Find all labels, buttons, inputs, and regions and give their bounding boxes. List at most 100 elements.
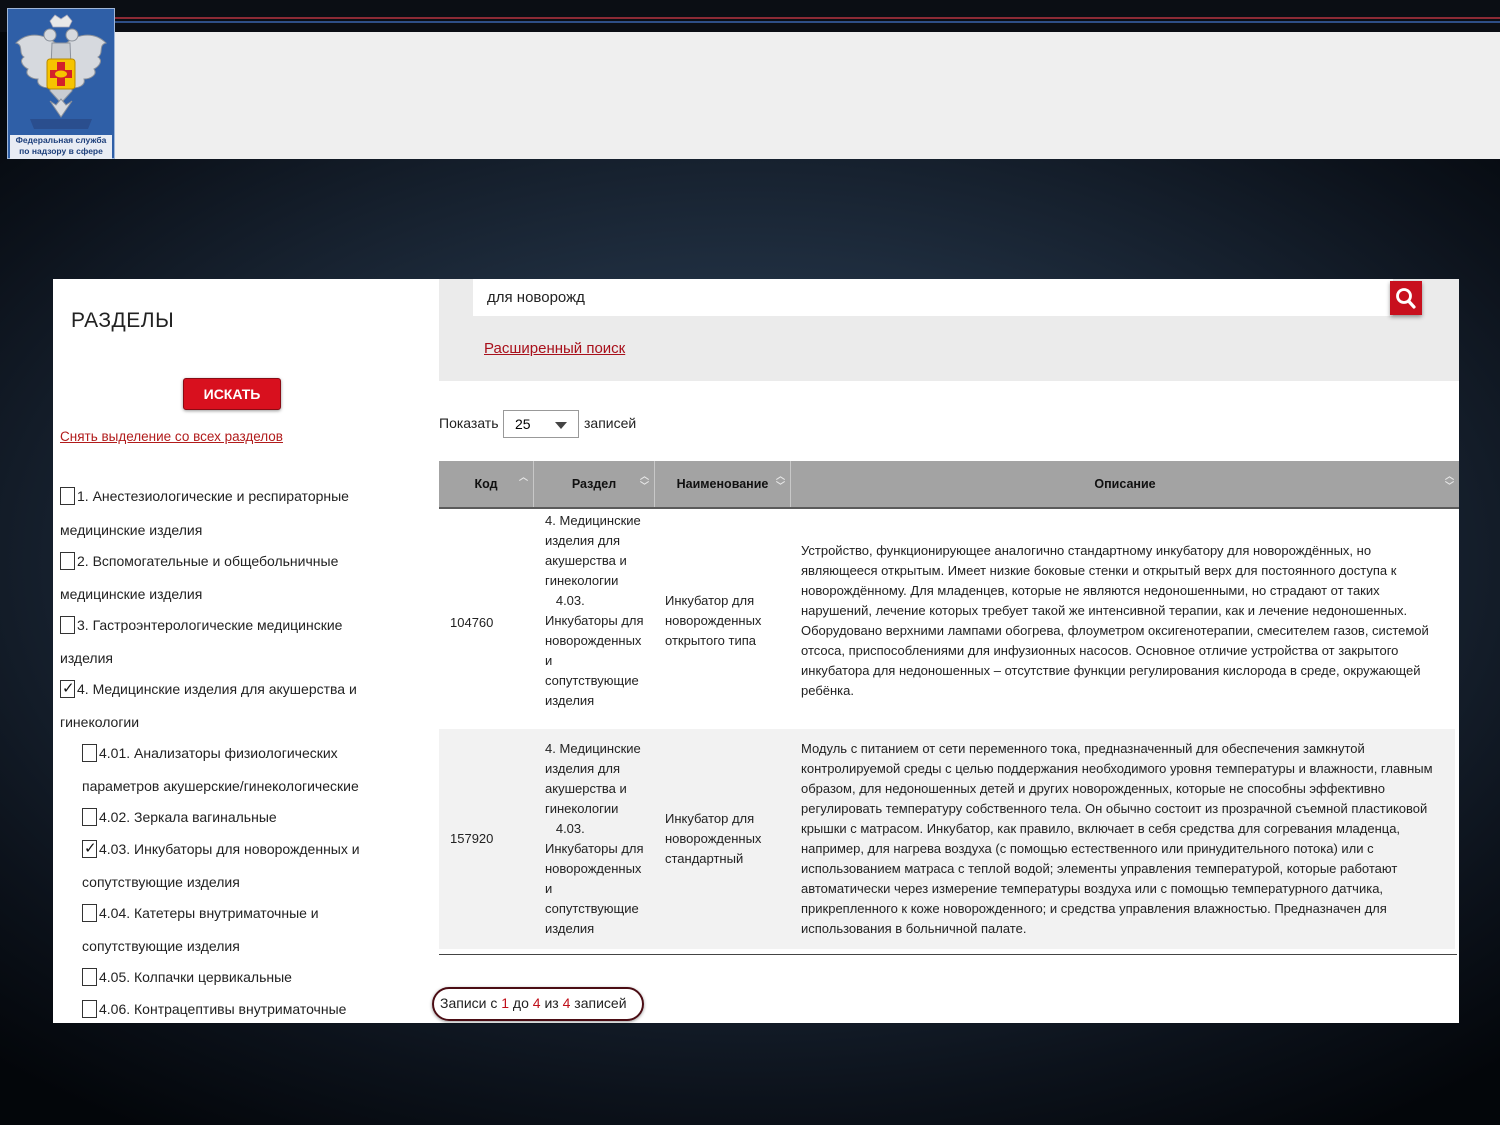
section-text-line: изделия — [545, 693, 595, 708]
magnifier-icon — [1396, 288, 1416, 309]
name-text-line: стандартный — [665, 851, 744, 866]
section-item-4-01[interactable]: 4.01. Анализаторы физиологических — [82, 744, 338, 762]
search-input[interactable] — [473, 279, 1393, 316]
section-4-01-checkbox[interactable] — [82, 744, 97, 762]
section-item-4-02[interactable]: 4.02. Зеркала вагинальные — [82, 808, 277, 826]
cell-code: 104760 — [450, 615, 494, 630]
cell-description: Устройство, функционирующее аналогично с… — [801, 541, 1451, 701]
section-text-line: изделия для — [545, 761, 621, 776]
column-header-code[interactable]: Код ︿ — [439, 461, 534, 507]
section-item-4-cont: гинекологии — [60, 714, 140, 730]
search-button[interactable]: ИСКАТЬ — [183, 378, 281, 410]
section-4-03-checkbox[interactable] — [82, 839, 97, 858]
section-item-label: 4.03. Инкубаторы для новорожденных и — [99, 841, 360, 857]
section-4-05-checkbox[interactable] — [82, 968, 97, 986]
clear-selection-link[interactable]: Снять выделение со всех разделов — [60, 429, 283, 444]
description-text-line: крышки с матрасом. Инкубатор, как правил… — [801, 821, 1401, 836]
advanced-search-link[interactable]: Расширенный поиск — [484, 340, 625, 357]
section-4-04-checkbox[interactable] — [82, 904, 97, 922]
description-text-line: контролируемой среды с целью поддержания… — [801, 761, 1433, 776]
section-text-line: новорожденных — [545, 861, 642, 876]
section-text-line: и — [545, 653, 553, 668]
cell-description: Модуль с питанием от сети переменного то… — [801, 739, 1451, 939]
section-text-line: Инкубаторы для — [545, 613, 644, 628]
cell-code: 157920 — [450, 831, 494, 846]
table-bottom-border — [439, 954, 1457, 955]
name-text-line: Инкубатор для — [665, 593, 755, 608]
section-item-label: 1. Анестезиологические и респираторные — [77, 488, 349, 504]
section-item-2-cont: медицинские изделия — [60, 586, 203, 602]
section-text-line: 4. Медицинские — [545, 513, 641, 528]
section-text-line: новорожденных — [545, 633, 642, 648]
section-4-checkbox[interactable] — [60, 679, 75, 698]
column-header-description[interactable]: Описание ︿ ﹀ — [791, 461, 1459, 507]
section-item-label: 4.01. Анализаторы физиологических — [99, 745, 338, 761]
logo-caption-line1: Федеральная служба — [15, 135, 107, 145]
section-item-1[interactable]: 1. Анестезиологические и респираторные — [60, 487, 349, 505]
name-text-line: новорожденных — [665, 831, 762, 846]
logo-caption: Федеральная служба по надзору в сфере — [10, 135, 112, 159]
section-4-06-checkbox[interactable] — [82, 1000, 97, 1018]
section-item-4-05[interactable]: 4.05. Колпачки цервикальные — [82, 968, 292, 986]
section-4-02-checkbox[interactable] — [82, 808, 97, 826]
cell-name: Инкубатор для новорожденных открытого ти… — [665, 591, 785, 651]
section-item-label: 4.04. Катетеры внутриматочные и — [99, 905, 319, 921]
section-3-checkbox[interactable] — [60, 616, 75, 634]
cell-section: 4. Медицинские изделия для акушерства и … — [545, 511, 655, 711]
double-headed-eagle-icon — [15, 14, 107, 129]
section-item-4-04[interactable]: 4.04. Катетеры внутриматочные и — [82, 904, 319, 922]
column-header-section[interactable]: Раздел ︿ ﹀ — [534, 461, 655, 507]
description-text-line: новорождённому. Для младенцев, которые н… — [801, 583, 1380, 598]
section-item-4-03[interactable]: 4.03. Инкубаторы для новорожденных и — [82, 839, 360, 858]
section-text-line: 4. Медицинские — [545, 741, 641, 756]
cell-section: 4. Медицинские изделия для акушерства и … — [545, 739, 655, 939]
header-band — [115, 32, 1500, 159]
sort-both-icon: ︿ ﹀ — [639, 472, 649, 492]
section-item-3-cont: изделия — [60, 650, 113, 666]
section-1-checkbox[interactable] — [60, 487, 75, 505]
name-text-line: открытого типа — [665, 633, 756, 648]
top-strip — [0, 0, 1500, 32]
section-text-line: сопутствующие — [545, 673, 639, 688]
header-red-line — [115, 17, 1500, 19]
content-panel: РАЗДЕЛЫ ИСКАТЬ Снять выделение со всех р… — [53, 279, 1459, 1023]
search-submit-button[interactable] — [1390, 281, 1422, 315]
description-text-line: использованием матраса с теплой водой; э… — [801, 861, 1398, 876]
section-item-label: 2. Вспомогательные и общебольничные — [77, 553, 339, 569]
description-text-line: использования в больничной палате. — [801, 921, 1027, 936]
section-item-3[interactable]: 3. Гастроэнтерологические медицинские — [60, 616, 342, 634]
section-item-4-06[interactable]: 4.06. Контрацептивы внутриматочные — [82, 1000, 346, 1018]
column-header-name[interactable]: Наименование ︿ ﹀ — [655, 461, 791, 507]
search-area: Расширенный поиск — [439, 279, 1459, 381]
section-item-4-01-cont: параметров акушерские/гинекологические — [82, 778, 359, 794]
section-item-2[interactable]: 2. Вспомогательные и общебольничные — [60, 552, 338, 570]
section-2-checkbox[interactable] — [60, 552, 75, 570]
description-text-line: Оборудовано верхними лампами обогрева, ф… — [801, 623, 1429, 638]
name-text-line: Инкубатор для — [665, 811, 755, 826]
section-text-line: изделия — [545, 921, 595, 936]
description-text-line: прикрепленного к коже новорожденного; и … — [801, 901, 1387, 916]
section-item-label: 4.06. Контрацептивы внутриматочные — [99, 1001, 347, 1017]
highlight-oval — [432, 987, 644, 1021]
section-text-line: сопутствующие — [545, 901, 639, 916]
description-text-line: Модуль с питанием от сети переменного то… — [801, 741, 1365, 756]
section-text-line: 4.03. — [545, 821, 585, 836]
page-length-select[interactable]: 25 — [503, 410, 579, 438]
records-label: записей — [584, 415, 637, 431]
name-text-line: новорожденных — [665, 613, 762, 628]
sort-both-icon: ︿ ﹀ — [1444, 472, 1454, 492]
section-item-label: 4.02. Зеркала вагинальные — [99, 809, 277, 825]
page-length-value: 25 — [515, 416, 531, 432]
cell-name: Инкубатор для новорожденных стандартный — [665, 809, 785, 869]
table-row[interactable]: 104760 4. Медицинские изделия для акушер… — [439, 513, 1455, 729]
section-item-1-cont: медицинские изделия — [60, 522, 203, 538]
column-header-label: Описание — [1094, 477, 1156, 491]
sort-asc-icon: ︿ — [518, 473, 528, 483]
sections-title: РАЗДЕЛЫ — [71, 309, 175, 332]
sort-both-icon: ︿ ﹀ — [775, 472, 785, 492]
description-text-line: инкубатора для недоношенных – отсутствие… — [801, 663, 1421, 678]
table-row[interactable]: 157920 4. Медицинские изделия для акушер… — [439, 729, 1455, 949]
description-text-line: отсоса, приспособлениями для инфузионных… — [801, 643, 1399, 658]
section-item-4[interactable]: 4. Медицинские изделия для акушерства и — [60, 679, 357, 698]
header-blue-line — [115, 21, 1500, 23]
